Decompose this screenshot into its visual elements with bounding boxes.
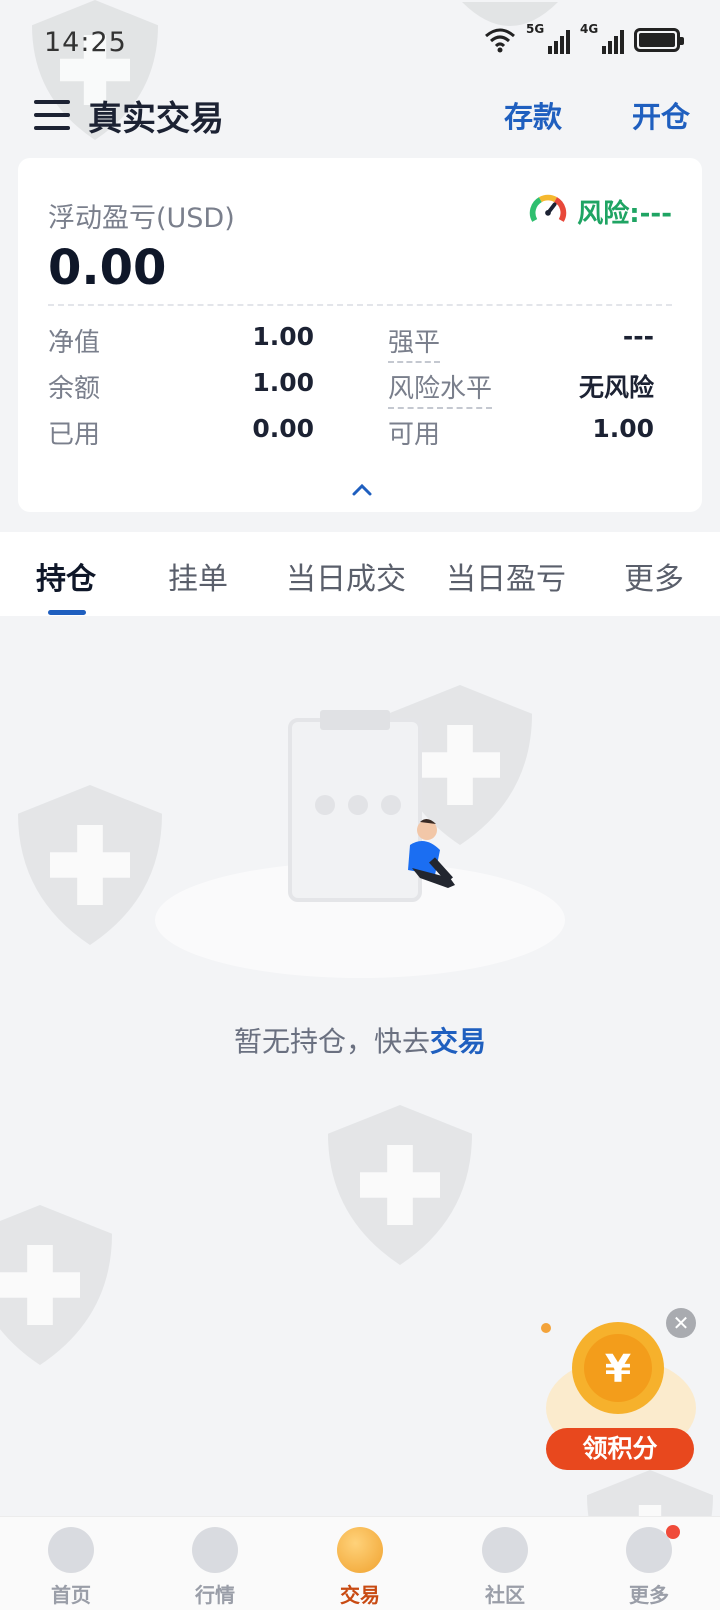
battery-icon (634, 28, 684, 52)
top-bar: 真实交易 存款 开仓 (0, 80, 720, 150)
market-icon (192, 1527, 238, 1573)
page-title: 真实交易 (88, 98, 224, 139)
active-tab-indicator (48, 610, 86, 615)
status-time: 14:25 (44, 26, 127, 58)
watermark-shield-icon (328, 1105, 472, 1265)
nav-label-market: 行情 (195, 1583, 235, 1607)
status-bar: 14:25 5G 4G (0, 0, 720, 80)
metric-value-equity: 1.00 (252, 322, 314, 351)
metric-value-balance: 1.00 (252, 368, 314, 397)
metric-label-balance: 余额 (48, 374, 101, 404)
position-tabs: 持仓 挂单 当日成交 当日盈亏 更多 (0, 532, 720, 616)
card-divider (48, 304, 672, 306)
tab-pending-orders[interactable]: 挂单 (168, 554, 228, 598)
watermark-shield-icon (0, 1205, 112, 1365)
reward-close-button[interactable]: ✕ (666, 1308, 696, 1338)
wifi-icon (485, 28, 515, 53)
nav-label-community: 社区 (485, 1583, 525, 1607)
metric-label-liquidation[interactable]: 强平 (388, 322, 441, 363)
nav-label-more: 更多 (629, 1583, 669, 1607)
nav-home[interactable]: 首页 (16, 1527, 126, 1608)
nav-market[interactable]: 行情 (160, 1527, 270, 1608)
open-position-button[interactable]: 开仓 (632, 94, 690, 136)
watermark-shield-icon (18, 785, 162, 945)
home-icon (48, 1527, 94, 1573)
metric-label-risk-level[interactable]: 风险水平 (388, 368, 493, 409)
risk-label: 风险:--- (577, 198, 672, 229)
empty-state-text: 暂无持仓，快去交易 (233, 1025, 487, 1058)
metric-value-liquidation: --- (622, 322, 654, 351)
svg-text:¥: ¥ (605, 1347, 631, 1391)
nav-label-home: 首页 (51, 1583, 91, 1607)
notification-dot (666, 1525, 680, 1539)
signal-5g-icon: 5G (526, 22, 570, 54)
floating-pnl-value: 0.00 (48, 240, 167, 296)
nav-more[interactable]: 更多 (594, 1525, 704, 1608)
metric-value-risk-level: 无风险 (578, 373, 654, 402)
risk-gauge-icon (530, 194, 567, 222)
deposit-button[interactable]: 存款 (504, 94, 562, 136)
risk-indicator[interactable]: 风险:--- (529, 192, 672, 230)
nav-community[interactable]: 社区 (450, 1527, 560, 1608)
menu-icon[interactable] (34, 100, 70, 130)
account-card: 浮动盈亏(USD) 0.00 风险:--- 净值 1.00 余额 1.00 已用… (18, 158, 702, 512)
chevron-up-icon[interactable] (350, 478, 374, 502)
tab-positions[interactable]: 持仓 (36, 554, 96, 598)
tab-today-trades[interactable]: 当日成交 (286, 554, 406, 598)
nav-label-trade: 交易 (340, 1583, 380, 1607)
nav-trade[interactable]: 交易 (305, 1527, 415, 1608)
status-icons: 5G 4G (484, 22, 684, 54)
go-trade-link[interactable]: 交易 (430, 1025, 486, 1058)
metric-label-used: 已用 (48, 420, 101, 450)
reward-claim-button[interactable]: 领积分 (546, 1428, 694, 1470)
empty-state-illustration (155, 710, 565, 978)
community-icon (482, 1527, 528, 1573)
metric-label-available: 可用 (388, 420, 441, 450)
signal-4g-icon: 4G (580, 22, 624, 54)
floating-pnl-label: 浮动盈亏(USD) (48, 203, 235, 234)
bottom-nav: 首页 行情 交易 社区 更多 (0, 1516, 720, 1610)
metric-value-used: 0.00 (252, 414, 314, 443)
tab-today-pnl[interactable]: 当日盈亏 (446, 554, 566, 598)
more-icon (626, 1525, 680, 1573)
metric-value-available: 1.00 (592, 414, 654, 443)
tab-more[interactable]: 更多 (624, 554, 684, 598)
trade-icon (337, 1527, 383, 1573)
metric-label-equity: 净值 (48, 328, 101, 358)
